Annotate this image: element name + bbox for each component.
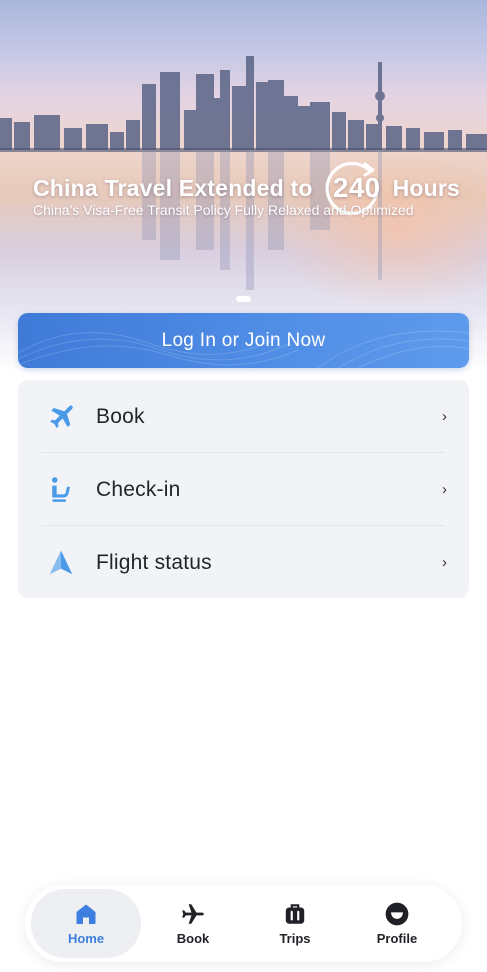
chevron-right-icon: › <box>442 554 447 571</box>
nav-label-book: Book <box>176 931 210 946</box>
nav-label-trips: Trips <box>279 931 311 946</box>
profile-icon <box>384 901 410 927</box>
nav-tab-trips[interactable]: Trips <box>240 889 350 958</box>
menu-item-label: Flight status <box>96 550 212 574</box>
menu-item-book[interactable]: Book › <box>18 380 469 453</box>
quick-actions-card: Book › Check-in › Flight status › <box>18 380 469 598</box>
menu-item-check-in[interactable]: Check-in › <box>18 453 469 526</box>
luggage-icon <box>282 901 308 927</box>
login-join-button[interactable]: Log In or Join Now <box>18 313 469 368</box>
home-icon <box>73 901 99 927</box>
city-skyline-image <box>0 56 487 152</box>
hero-title-suffix: Hours <box>392 174 461 201</box>
chevron-right-icon: › <box>442 481 447 498</box>
nav-tab-home[interactable]: Home <box>31 889 141 958</box>
chevron-right-icon: › <box>442 408 447 425</box>
airplane-icon <box>180 901 206 927</box>
menu-item-flight-status[interactable]: Flight status › <box>18 526 469 599</box>
bottom-navigation-bar: Home Book Trips Profile <box>25 885 462 962</box>
nav-label-profile: Profile <box>376 931 418 946</box>
navigation-arrow-icon <box>46 548 76 578</box>
menu-item-label: Check-in <box>96 477 181 501</box>
nav-tab-profile[interactable]: Profile <box>342 889 452 958</box>
menu-item-label: Book <box>96 404 145 428</box>
carousel-indicator[interactable] <box>236 296 251 302</box>
nav-tab-book[interactable]: Book <box>138 889 248 958</box>
hero-title-text: China Travel Extended to <box>33 174 313 201</box>
home-screen: China Travel Extended to 240 Hours China… <box>0 0 487 972</box>
airplane-icon <box>46 402 76 432</box>
hero-subtitle: China's Visa-Free Transit Policy Fully R… <box>33 202 414 218</box>
seat-icon <box>46 475 76 505</box>
nav-label-home: Home <box>67 931 105 946</box>
login-button-label: Log In or Join Now <box>161 329 326 351</box>
